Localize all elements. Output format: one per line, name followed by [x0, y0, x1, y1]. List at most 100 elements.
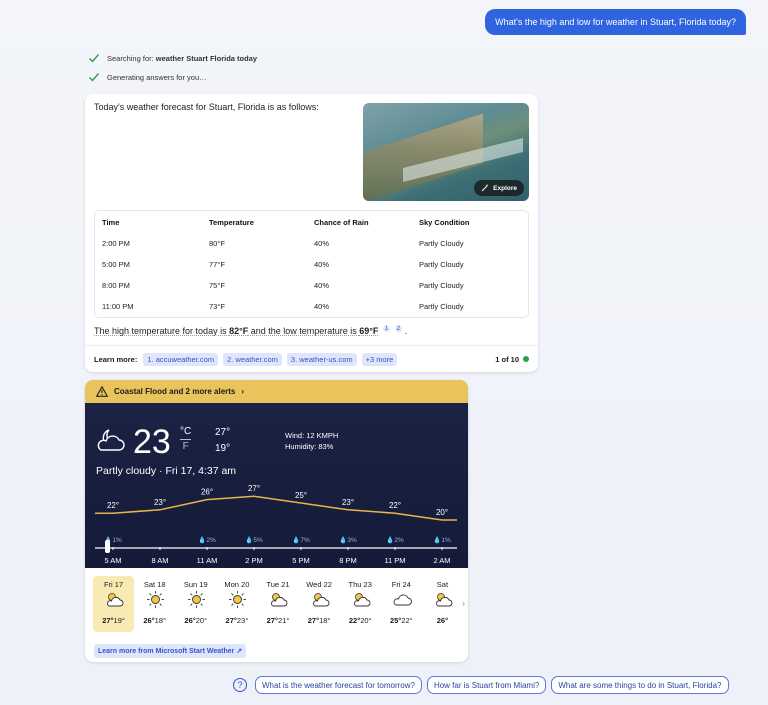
unit-toggle[interactable]: °C F	[180, 425, 192, 454]
day-high: 27°	[307, 616, 320, 625]
hourly-forecast-chart[interactable]: 22° 💧1% 5 AM 23° 8 AM 26° 💧2% 11 AM 27° 💧5% 2 PM 25…	[85, 483, 468, 568]
table-header: Time	[102, 218, 120, 227]
day-high: 27°	[266, 616, 278, 625]
explore-label: Explore	[493, 184, 517, 192]
generating-label: Generating answers for you…	[107, 72, 207, 82]
search-status: Searching for: weather Stuart Florida to…	[88, 52, 257, 64]
pager-label: 1 of 10	[495, 354, 519, 364]
humidity-label: Humidity: 83%	[285, 442, 334, 451]
table-cell: 40%	[314, 260, 330, 269]
hourly-rain-label: 💧7%	[292, 536, 310, 544]
fahrenheit-unit[interactable]: F	[180, 439, 192, 454]
citation-1[interactable]: 1	[382, 326, 391, 332]
summary-high: 82°F	[229, 326, 249, 336]
celsius-unit[interactable]: °C	[180, 425, 191, 439]
forecast-day[interactable]: Wed 22 27°18°	[299, 576, 340, 632]
hourly-temp-label: 23°	[154, 498, 166, 507]
day-low: 23°	[236, 616, 249, 625]
day-name: Sat 18	[143, 580, 166, 589]
day-temps: 27°21°	[257, 616, 298, 625]
source-link[interactable]: 2. weather.com	[223, 352, 282, 366]
day-name: Sat	[436, 580, 449, 589]
table-row: 5:00 PM 77°F 40% Partly Cloudy	[95, 254, 528, 275]
learn-more-label: Learn more:	[94, 354, 138, 364]
partly-cloudy-icon	[435, 593, 453, 607]
day-low: 19°	[113, 616, 125, 625]
explore-button[interactable]: Explore	[474, 180, 524, 196]
forecast-day[interactable]: Sat 26°	[422, 576, 463, 632]
table-cell: 40%	[314, 281, 330, 290]
more-sources-link[interactable]: +3 more	[361, 352, 398, 366]
check-icon	[89, 73, 100, 82]
forecast-day[interactable]: Sun 19 26°20°	[175, 576, 216, 632]
hourly-time-label: 11 PM	[384, 556, 405, 565]
daily-forecast: Fri 17 27°19° Sat 18 26°18° Sun 19 26°20° Mon …	[93, 576, 463, 632]
day-high: 26°	[436, 616, 449, 625]
table-cell: Partly Cloudy	[419, 260, 464, 269]
timeline-handle	[105, 540, 110, 553]
answer-intro: Today's weather forecast for Stuart, Flo…	[94, 102, 319, 112]
table-cell: 40%	[314, 302, 330, 311]
day-high: 26°	[143, 616, 155, 625]
forecast-day[interactable]: Sat 18 26°18°	[134, 576, 175, 632]
search-query: weather Stuart Florida today	[155, 53, 258, 63]
forecast-day[interactable]: Mon 20 27°23°	[216, 576, 257, 632]
table-cell: 40%	[314, 239, 330, 248]
hourly-temp-label: 26°	[201, 488, 213, 497]
status-dot-icon	[523, 356, 529, 362]
citation-2[interactable]: 2	[394, 326, 403, 332]
weather-alert-banner[interactable]: Coastal Flood and 2 more alerts ›	[85, 380, 468, 403]
hourly-time-label: 8 PM	[339, 556, 357, 565]
high-temp: 27°	[215, 427, 231, 438]
partly-cloudy-icon	[353, 593, 371, 607]
day-name: Fri 24	[391, 580, 411, 589]
forecast-day[interactable]: Fri 24 25°22°	[381, 576, 422, 632]
chevron-right-icon[interactable]: ›	[462, 598, 465, 608]
day-high: 25°	[389, 616, 402, 625]
partly-cloudy-icon	[107, 593, 124, 607]
forecast-day[interactable]: Thu 23 22°20°	[340, 576, 381, 632]
forecast-day[interactable]: Fri 17 27°19°	[93, 576, 135, 632]
day-low: 18°	[319, 616, 331, 625]
sun-icon	[229, 591, 247, 608]
day-high: 22°	[348, 616, 361, 625]
temperature-curve	[95, 495, 457, 521]
day-low: 18°	[154, 616, 166, 625]
summary-low: 69°F	[359, 326, 379, 336]
current-temperature: 23	[133, 423, 171, 461]
table-cell: 75°F	[209, 281, 225, 290]
table-cell: 11:00 PM	[102, 302, 134, 311]
hourly-temp-label: 23°	[342, 498, 354, 507]
suggestion-chip[interactable]: How far is Stuart from Miami?	[426, 676, 547, 694]
source-link[interactable]: 3. weather-us.com	[286, 352, 357, 366]
chevron-right-icon: ›	[241, 387, 245, 396]
table-cell: 2:00 PM	[102, 239, 130, 248]
day-low: 20°	[195, 616, 208, 625]
help-icon[interactable]: ?	[233, 678, 247, 692]
partly-cloudy-icon	[312, 593, 329, 607]
alert-label: Coastal Flood and 2 more alerts	[114, 387, 236, 396]
hourly-rain-label: 💧1%	[433, 536, 451, 544]
source-link[interactable]: 1. accuweather.com	[143, 352, 219, 366]
sun-icon	[188, 591, 206, 608]
generating-status: Generating answers for you…	[88, 71, 207, 83]
high-low: 27° 19°	[215, 425, 230, 457]
answer-summary: The high temperature for today is 82°F a…	[94, 326, 407, 336]
beach-photo[interactable]: Explore	[363, 103, 529, 201]
hourly-temp-label: 22°	[389, 501, 401, 510]
day-name: Thu 23	[348, 580, 372, 589]
suggestion-chip[interactable]: What are some things to do in Stuart, Fl…	[551, 676, 729, 694]
table-cell: Partly Cloudy	[419, 281, 464, 290]
table-cell: Partly Cloudy	[419, 302, 464, 311]
user-message-bubble: What's the high and low for weather in S…	[485, 9, 746, 35]
hourly-rain-label: 💧2%	[386, 536, 404, 544]
microsoft-start-link[interactable]: Learn more from Microsoft Start Weather …	[94, 644, 247, 658]
table-cell: 5:00 PM	[102, 260, 130, 269]
hourly-rain-label: 💧3%	[339, 536, 357, 544]
day-temps: 26°20°	[175, 616, 216, 625]
learn-more-row: Learn more: 1. accuweather.com 2. weathe…	[85, 345, 538, 372]
day-temps: 26°	[422, 616, 463, 625]
forecast-day[interactable]: Tue 21 27°21°	[257, 576, 298, 632]
day-temps: 25°22°	[381, 616, 422, 625]
suggestion-chip[interactable]: What is the weather forecast for tomorro…	[255, 676, 422, 694]
